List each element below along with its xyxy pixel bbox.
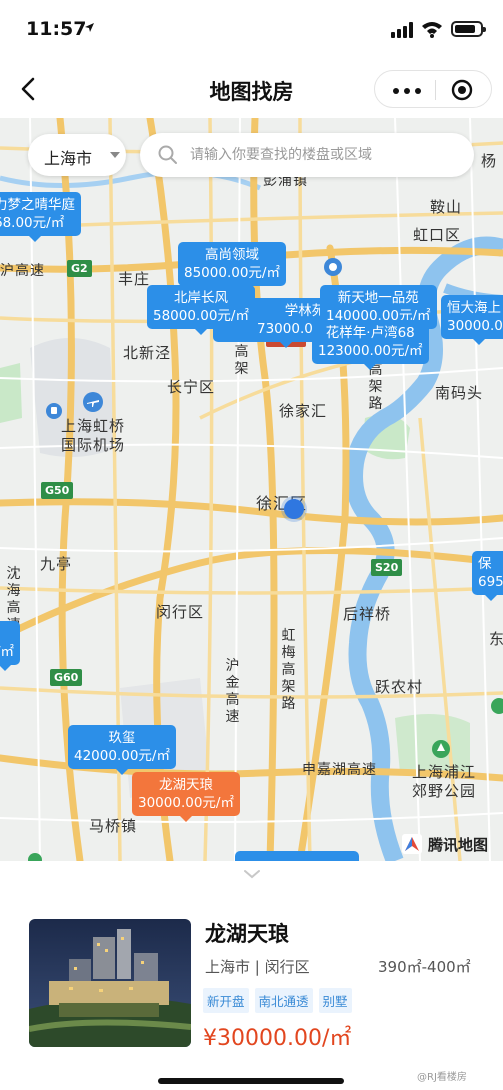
marker-price: 58000.00元/㎡: [153, 308, 249, 324]
road-shield: G50: [41, 482, 74, 499]
marker-price: 123000.00元/㎡: [318, 343, 423, 359]
property-marker[interactable]: 高尚领域 85000.00元/㎡: [178, 242, 286, 292]
city-selector[interactable]: 上海市: [28, 134, 126, 176]
location-arrow-icon: [85, 23, 94, 32]
marker-price: 68.00元/㎡: [0, 215, 65, 231]
marker-price: 695: [478, 574, 503, 590]
marker-price: /㎡: [0, 644, 15, 660]
place-label: 杨: [481, 152, 498, 170]
close-miniprogram-icon[interactable]: [451, 79, 473, 101]
road-label: 申嘉湖高速: [302, 762, 377, 778]
marker-name: 花样年·卢湾68: [325, 325, 415, 341]
marker-price: 30000.00: [447, 318, 503, 334]
property-marker[interactable]: 力梦之晴华庭 68.00元/㎡: [0, 192, 81, 242]
home-indicator: [158, 1078, 344, 1084]
property-card[interactable]: 龙湖天琅 上海市 | 闵行区 390㎡-400㎡ 新开盘 南北通透 别墅 ¥3000…: [0, 861, 503, 1090]
tag: 南北通透: [254, 988, 313, 1013]
place-label: 国际机场: [61, 436, 126, 454]
marker-name: 龙湖天琅: [158, 777, 213, 793]
chevron-down-icon: [110, 152, 120, 158]
place-label: 虹口区: [413, 226, 462, 244]
property-marker-selected[interactable]: 龙湖天琅 30000.00元/㎡: [132, 772, 240, 822]
road-label: 沪高速: [0, 263, 45, 279]
place-label: 长宁区: [167, 378, 216, 396]
city-label: 上海市: [44, 149, 93, 168]
signal-icon: [391, 22, 413, 38]
property-marker[interactable]: [235, 851, 359, 861]
property-marker[interactable]: 恒大海上 30000.00: [441, 295, 503, 345]
search-bar[interactable]: [140, 133, 474, 177]
road-label: 高架: [234, 344, 250, 377]
chevron-down-icon[interactable]: [243, 869, 261, 879]
property-marker[interactable]: 玖玺 42000.00元/㎡: [68, 725, 176, 775]
property-marker[interactable]: 保 695: [472, 551, 503, 601]
marker-name: [0, 625, 14, 643]
road-shield: G2: [67, 260, 92, 277]
property-location: 上海市 | 闵行区: [205, 958, 310, 976]
place-label: 郊野公园: [412, 782, 477, 800]
property-name: 龙湖天琅: [205, 922, 289, 946]
marker-name: 北岸长风: [173, 290, 228, 306]
more-icon[interactable]: [393, 88, 421, 94]
marker-name: 保: [478, 556, 492, 572]
place-label: 闵行区: [156, 603, 205, 621]
search-input[interactable]: [190, 141, 460, 169]
status-bar: 11:57: [0, 0, 503, 60]
property-area: 390㎡-400㎡: [378, 958, 471, 976]
station-icon: [324, 258, 342, 276]
road-shield: S20: [371, 559, 403, 576]
place-label: 上海浦江: [412, 763, 477, 781]
search-icon: [158, 145, 177, 164]
road-label: 沪金高速: [225, 658, 241, 725]
place-label: 鞍山: [430, 198, 463, 216]
wifi-icon: [422, 22, 442, 38]
marker-price: 30000.00元/㎡: [138, 795, 234, 811]
marker-name: 恒大海上: [447, 300, 501, 316]
place-label: 马桥镇: [89, 817, 138, 835]
park-icon: [28, 853, 42, 861]
property-marker[interactable]: 北岸长风 58000.00元/㎡: [147, 285, 255, 335]
miniprogram-capsule: [374, 70, 492, 108]
property-thumbnail[interactable]: [29, 919, 191, 1047]
place-label: 丰庄: [118, 270, 151, 288]
property-price: ¥30000.00/㎡: [203, 1026, 352, 1051]
place-label: 南码头: [435, 384, 484, 402]
battery-level: [455, 25, 475, 33]
watermark: @RJ看楼房: [417, 1072, 467, 1083]
marker-name: 高尚领域: [204, 247, 259, 263]
airport-icon: [83, 392, 103, 412]
place-label: 东: [489, 630, 503, 648]
marker-name: 玖玺: [108, 730, 136, 746]
place-label: 后祥桥: [343, 605, 392, 623]
marker-name: 力梦之晴华庭: [0, 197, 75, 213]
park-icon: [432, 740, 450, 758]
property-marker[interactable]: 花样年·卢湾68 123000.00元/㎡: [312, 320, 429, 370]
nav-bar: 地图找房: [0, 60, 503, 118]
tag: 别墅: [318, 988, 352, 1013]
property-tags: 新开盘 南北通透 别墅: [203, 988, 358, 1013]
place-label: 北新泾: [123, 344, 172, 362]
screen: 11:57 地图找房 彭浦镇 鞍山 虹口区 杨 丰庄 北新泾 长宁区 上海虹桥 …: [0, 0, 503, 1090]
place-label: 九亭: [40, 555, 73, 573]
place-label: 上海虹桥: [61, 417, 126, 435]
road-label: 虹梅高架路: [281, 628, 297, 712]
map-attribution: 腾讯地图: [402, 831, 503, 857]
battery-icon: [451, 21, 486, 37]
park-icon: [491, 698, 503, 714]
marker-price: 42000.00元/㎡: [74, 748, 170, 764]
place-label: 跃农村: [375, 678, 424, 696]
train-icon: [46, 403, 62, 419]
place-label: 徐家汇: [279, 402, 328, 420]
marker-name: 新天地一品苑: [337, 290, 419, 306]
status-time: 11:57: [26, 18, 87, 40]
attribution-text: 腾讯地图: [428, 836, 489, 854]
road-shield: G60: [50, 669, 83, 686]
current-location-dot: [284, 499, 304, 519]
property-marker[interactable]: /㎡: [0, 621, 21, 671]
map-view[interactable]: 彭浦镇 鞍山 虹口区 杨 丰庄 北新泾 长宁区 上海虹桥 国际机场 徐家汇 南码…: [0, 118, 503, 861]
marker-price: 85000.00元/㎡: [184, 265, 280, 281]
tag: 新开盘: [203, 988, 249, 1013]
tencent-map-logo-icon: [402, 834, 422, 854]
